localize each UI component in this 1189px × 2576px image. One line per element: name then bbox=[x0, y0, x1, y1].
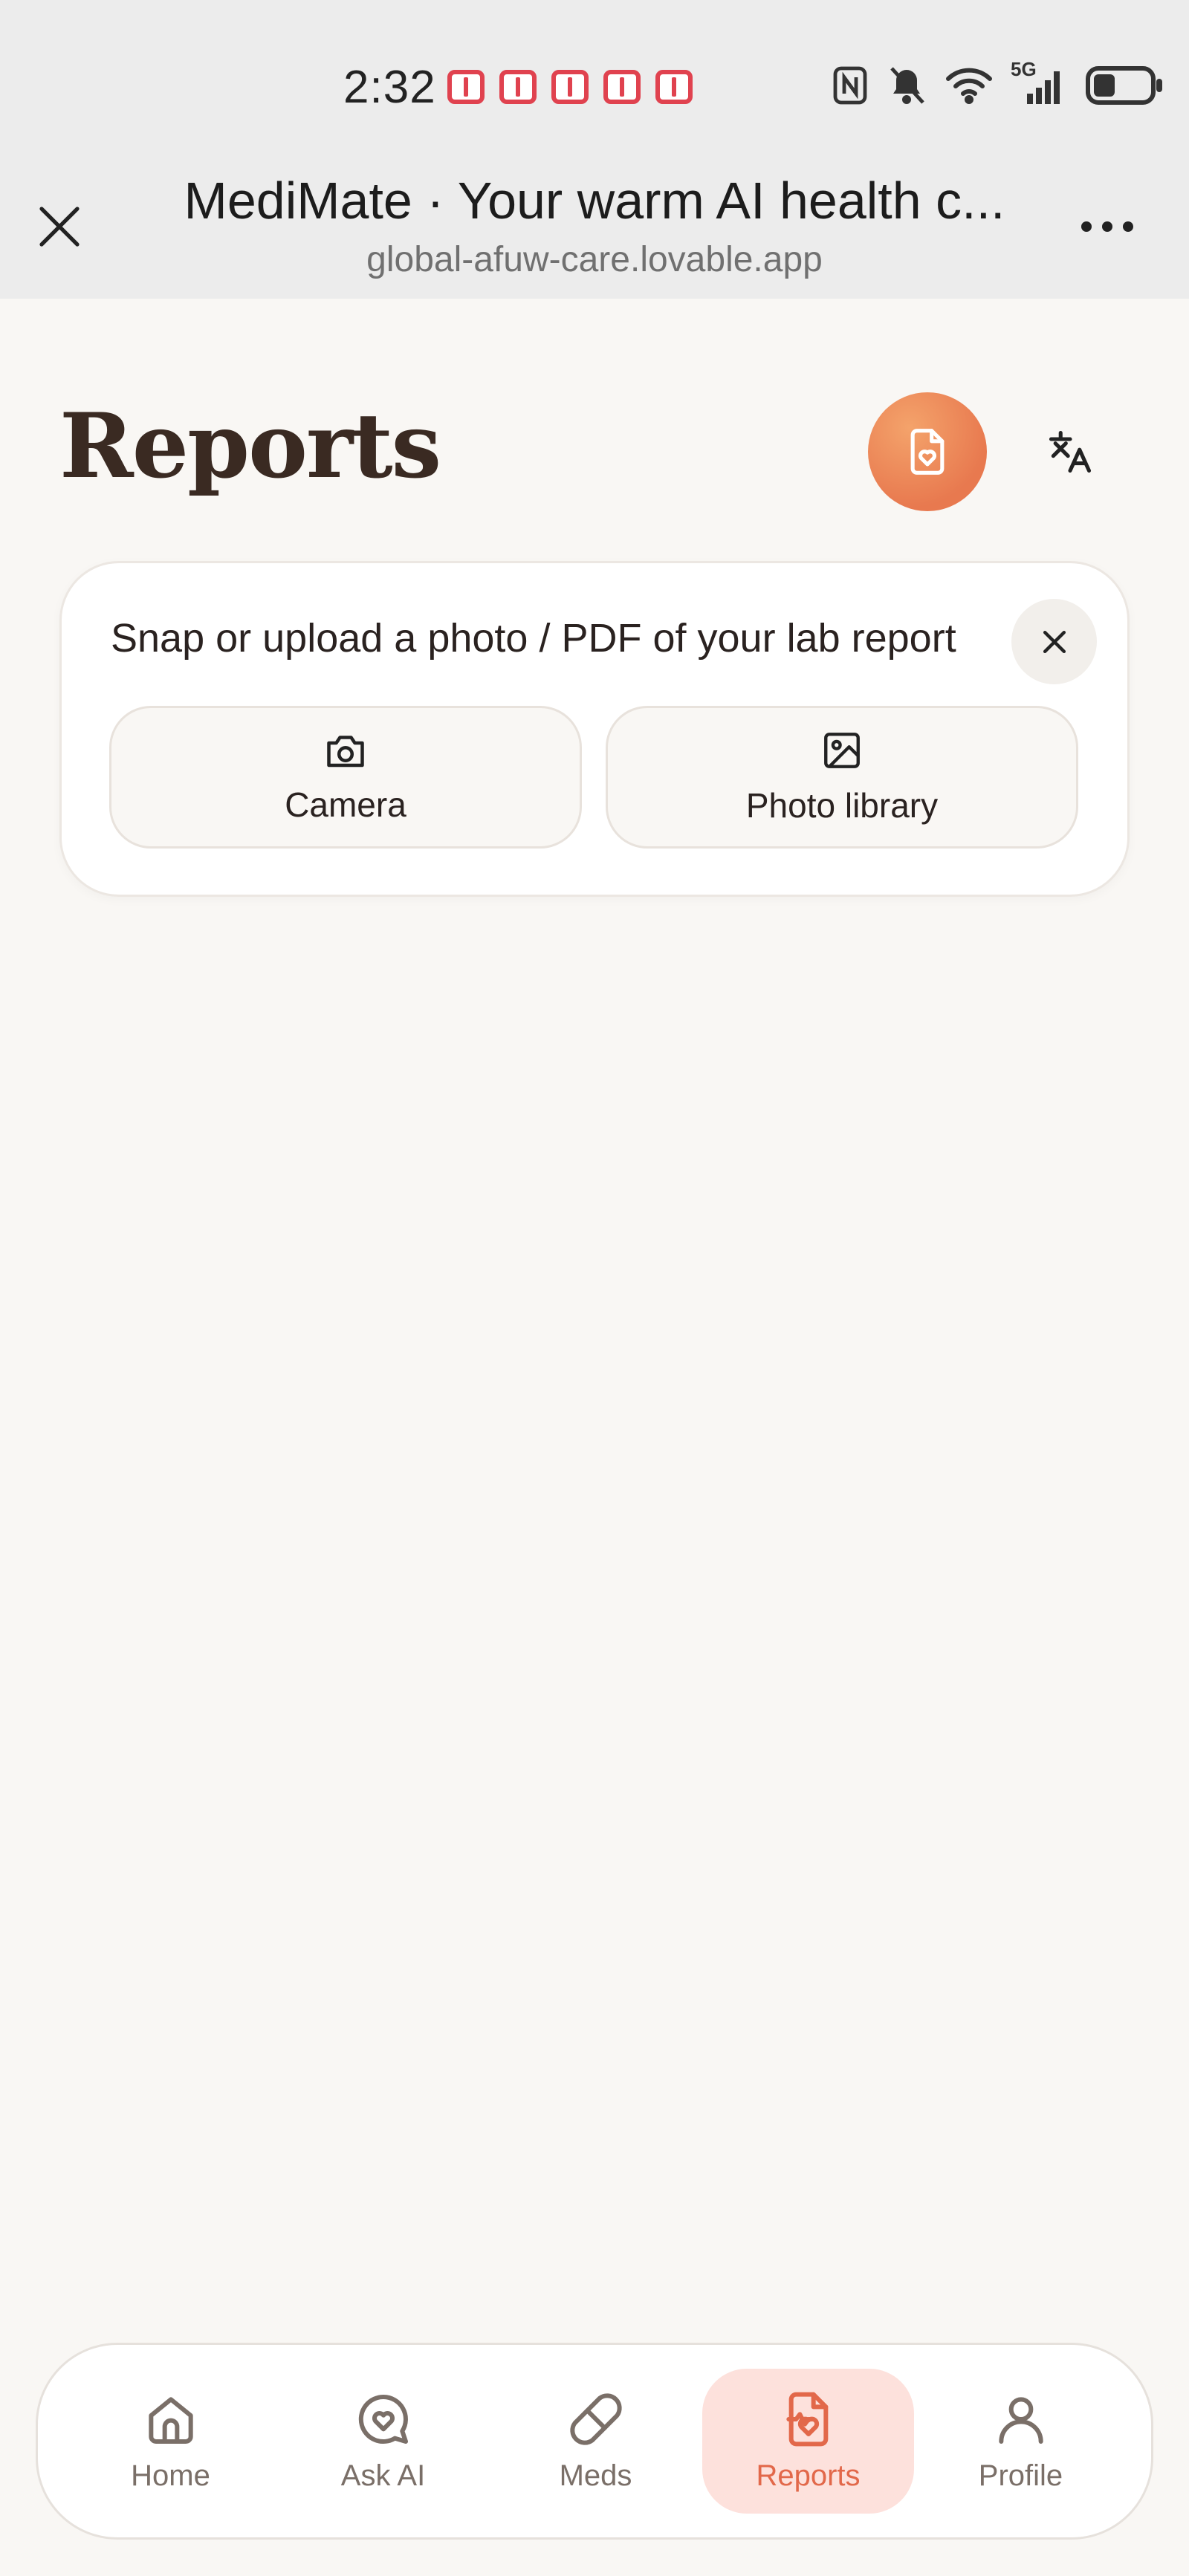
home-icon bbox=[148, 2397, 193, 2444]
nav-item-profile[interactable]: Profile bbox=[915, 2369, 1127, 2514]
chat-heart-icon bbox=[358, 2394, 408, 2444]
wifi-icon bbox=[945, 67, 993, 104]
nav-label: Home bbox=[131, 2459, 210, 2492]
screen: 2:32 5G MediMate · Your warm AI health c… bbox=[0, 0, 1189, 2576]
file-heart-icon bbox=[785, 2392, 828, 2447]
notification-app-icon bbox=[447, 70, 485, 104]
nav-label: Ask AI bbox=[340, 2459, 426, 2492]
bottom-navigation: Home Ask AI Meds Reports Profile bbox=[36, 2343, 1153, 2540]
nav-label: Profile bbox=[978, 2459, 1063, 2492]
nav-item-ask-ai[interactable]: Ask AI bbox=[277, 2369, 489, 2514]
nav-item-meds[interactable]: Meds bbox=[490, 2369, 702, 2514]
file-heart-icon bbox=[910, 429, 945, 475]
dismiss-card-button[interactable] bbox=[1011, 599, 1097, 684]
nav-item-reports[interactable]: Reports bbox=[702, 2369, 914, 2514]
pill-icon bbox=[569, 2393, 622, 2445]
notification-app-icon bbox=[603, 70, 641, 104]
close-icon bbox=[1043, 630, 1066, 653]
page-title: Reports bbox=[59, 394, 441, 499]
close-browser-button[interactable] bbox=[30, 197, 89, 256]
camera-label: Camera bbox=[285, 785, 406, 824]
upload-prompt: Snap or upload a photo / PDF of your lab… bbox=[111, 616, 956, 661]
status-bar: 2:32 5G bbox=[0, 0, 1189, 175]
nav-item-home[interactable]: Home bbox=[65, 2369, 276, 2514]
network-type-label: 5G bbox=[1011, 58, 1037, 80]
notification-app-icon bbox=[551, 70, 589, 104]
user-icon bbox=[998, 2397, 1043, 2444]
photo-library-label: Photo library bbox=[745, 786, 939, 825]
upload-report-button[interactable] bbox=[868, 392, 987, 511]
close-icon bbox=[39, 207, 80, 247]
browser-url: global-afuw-care.lovable.app bbox=[366, 240, 823, 279]
image-icon bbox=[824, 733, 860, 768]
dot bbox=[1102, 221, 1112, 232]
camera-button[interactable]: Camera bbox=[109, 706, 582, 849]
more-options-button[interactable] bbox=[1070, 201, 1144, 253]
signal-icon: 5G bbox=[1011, 58, 1066, 106]
dot bbox=[1123, 221, 1133, 232]
bell-off-icon bbox=[887, 65, 926, 106]
system-icons: 5G bbox=[832, 58, 1165, 106]
dot bbox=[1081, 221, 1092, 232]
translate-button[interactable] bbox=[1040, 422, 1100, 481]
notification-icons bbox=[447, 70, 693, 104]
photo-library-button[interactable]: Photo library bbox=[606, 706, 1078, 849]
status-time: 2:32 bbox=[343, 62, 436, 113]
battery-icon bbox=[1085, 65, 1165, 106]
browser-page-title: MediMate · Your warm AI health c... bbox=[184, 172, 1005, 230]
nfc-icon bbox=[832, 65, 868, 106]
nav-label: Reports bbox=[756, 2459, 861, 2492]
upload-card: Snap or upload a photo / PDF of your lab… bbox=[59, 561, 1130, 897]
notification-app-icon bbox=[499, 70, 537, 104]
camera-icon bbox=[327, 736, 364, 768]
notification-app-icon bbox=[655, 70, 693, 104]
translate-icon bbox=[1049, 430, 1092, 473]
nav-label: Meds bbox=[559, 2459, 632, 2492]
